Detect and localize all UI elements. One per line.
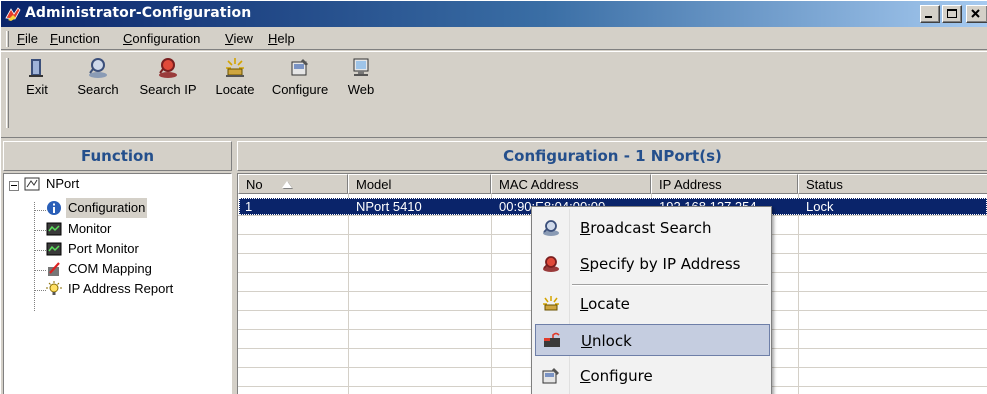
cell-no: 1 [245, 199, 253, 214]
menu-item-unlock[interactable]: Unlock [535, 324, 770, 356]
configure-icon [291, 59, 308, 76]
com-mapping-icon [48, 262, 60, 276]
menu-separator [572, 284, 768, 286]
locate-icon [226, 58, 244, 77]
minimize-button[interactable] [920, 5, 940, 23]
configure-button[interactable]: Configure [265, 56, 335, 97]
nport-icon [24, 177, 40, 191]
menu-configuration[interactable]: Configuration [123, 31, 200, 46]
cell-model: NPort 5410 [356, 199, 422, 214]
close-icon [971, 9, 980, 18]
cell-status: Lock [806, 199, 834, 214]
context-menu: Broadcast Search Specify by IP Address L… [531, 206, 772, 394]
tree-collapse-toggle[interactable] [9, 181, 19, 191]
menu-item-locate[interactable]: Locate [535, 288, 770, 320]
specify-ip-icon [543, 256, 559, 272]
app-window: Administrator-Configuration File Functio… [0, 0, 987, 394]
exit-button[interactable]: Exit [20, 56, 54, 97]
locate-button[interactable]: Locate [209, 56, 261, 97]
grid-line [798, 194, 799, 394]
configure-icon [542, 368, 559, 384]
app-icon [5, 7, 21, 21]
window-title: Administrator-Configuration [25, 5, 252, 21]
tree-connector [34, 270, 46, 271]
search-icon [89, 58, 107, 78]
lightbulb-icon [46, 281, 62, 295]
grid-line [491, 194, 492, 394]
search-button[interactable]: Search [69, 56, 127, 97]
menu-bar: File Function Configuration View Help [1, 28, 987, 50]
toolbar: Exit Search Search IP Locate Configure W… [1, 51, 987, 138]
menu-item-specify-by-ip-address[interactable]: Specify by IP Address [535, 248, 770, 280]
menu-item-broadcast-search[interactable]: Broadcast Search [535, 212, 770, 244]
web-icon [353, 58, 369, 76]
exit-icon [29, 59, 43, 77]
column-header-no[interactable]: No [238, 174, 348, 194]
search-ip-button[interactable]: Search IP [132, 56, 204, 97]
web-button[interactable]: Web [341, 56, 381, 97]
config-panel-header: Configuration - 1 NPort(s) [237, 141, 987, 171]
maximize-icon [947, 9, 957, 18]
menu-help[interactable]: Help [268, 31, 295, 46]
close-button[interactable] [966, 5, 987, 23]
toolbar-grip [6, 58, 9, 128]
tree-connector [34, 210, 46, 211]
broadcast-search-icon [543, 220, 559, 236]
locate-icon [543, 296, 559, 311]
minimize-icon [925, 16, 932, 18]
column-header-model[interactable]: Model [348, 174, 491, 194]
port-monitor-icon [46, 242, 62, 256]
menu-file[interactable]: File [17, 31, 38, 46]
column-header-status[interactable]: Status [798, 174, 987, 194]
tree-connector [34, 290, 46, 291]
search-ip-icon [159, 58, 177, 78]
tree-connector [34, 250, 46, 251]
column-header-mac-address[interactable]: MAC Address [491, 174, 651, 194]
menu-function[interactable]: Function [50, 31, 100, 46]
function-panel-header: Function [3, 141, 232, 171]
info-icon [47, 201, 61, 215]
tree-connector [34, 230, 46, 231]
column-header-ip-address[interactable]: IP Address [651, 174, 798, 194]
sort-ascending-icon [282, 181, 292, 188]
grid-line [348, 194, 349, 394]
tree-connector [34, 202, 35, 311]
unlock-icon [544, 332, 560, 347]
menu-grip [6, 31, 9, 47]
menu-item-configure[interactable]: Configure [535, 360, 770, 392]
menu-view[interactable]: View [225, 31, 253, 46]
maximize-button[interactable] [942, 5, 962, 23]
title-bar[interactable]: Administrator-Configuration [1, 1, 987, 27]
monitor-icon [46, 222, 62, 236]
function-tree: NPort Configuration Monitor Port Monitor [3, 173, 232, 394]
